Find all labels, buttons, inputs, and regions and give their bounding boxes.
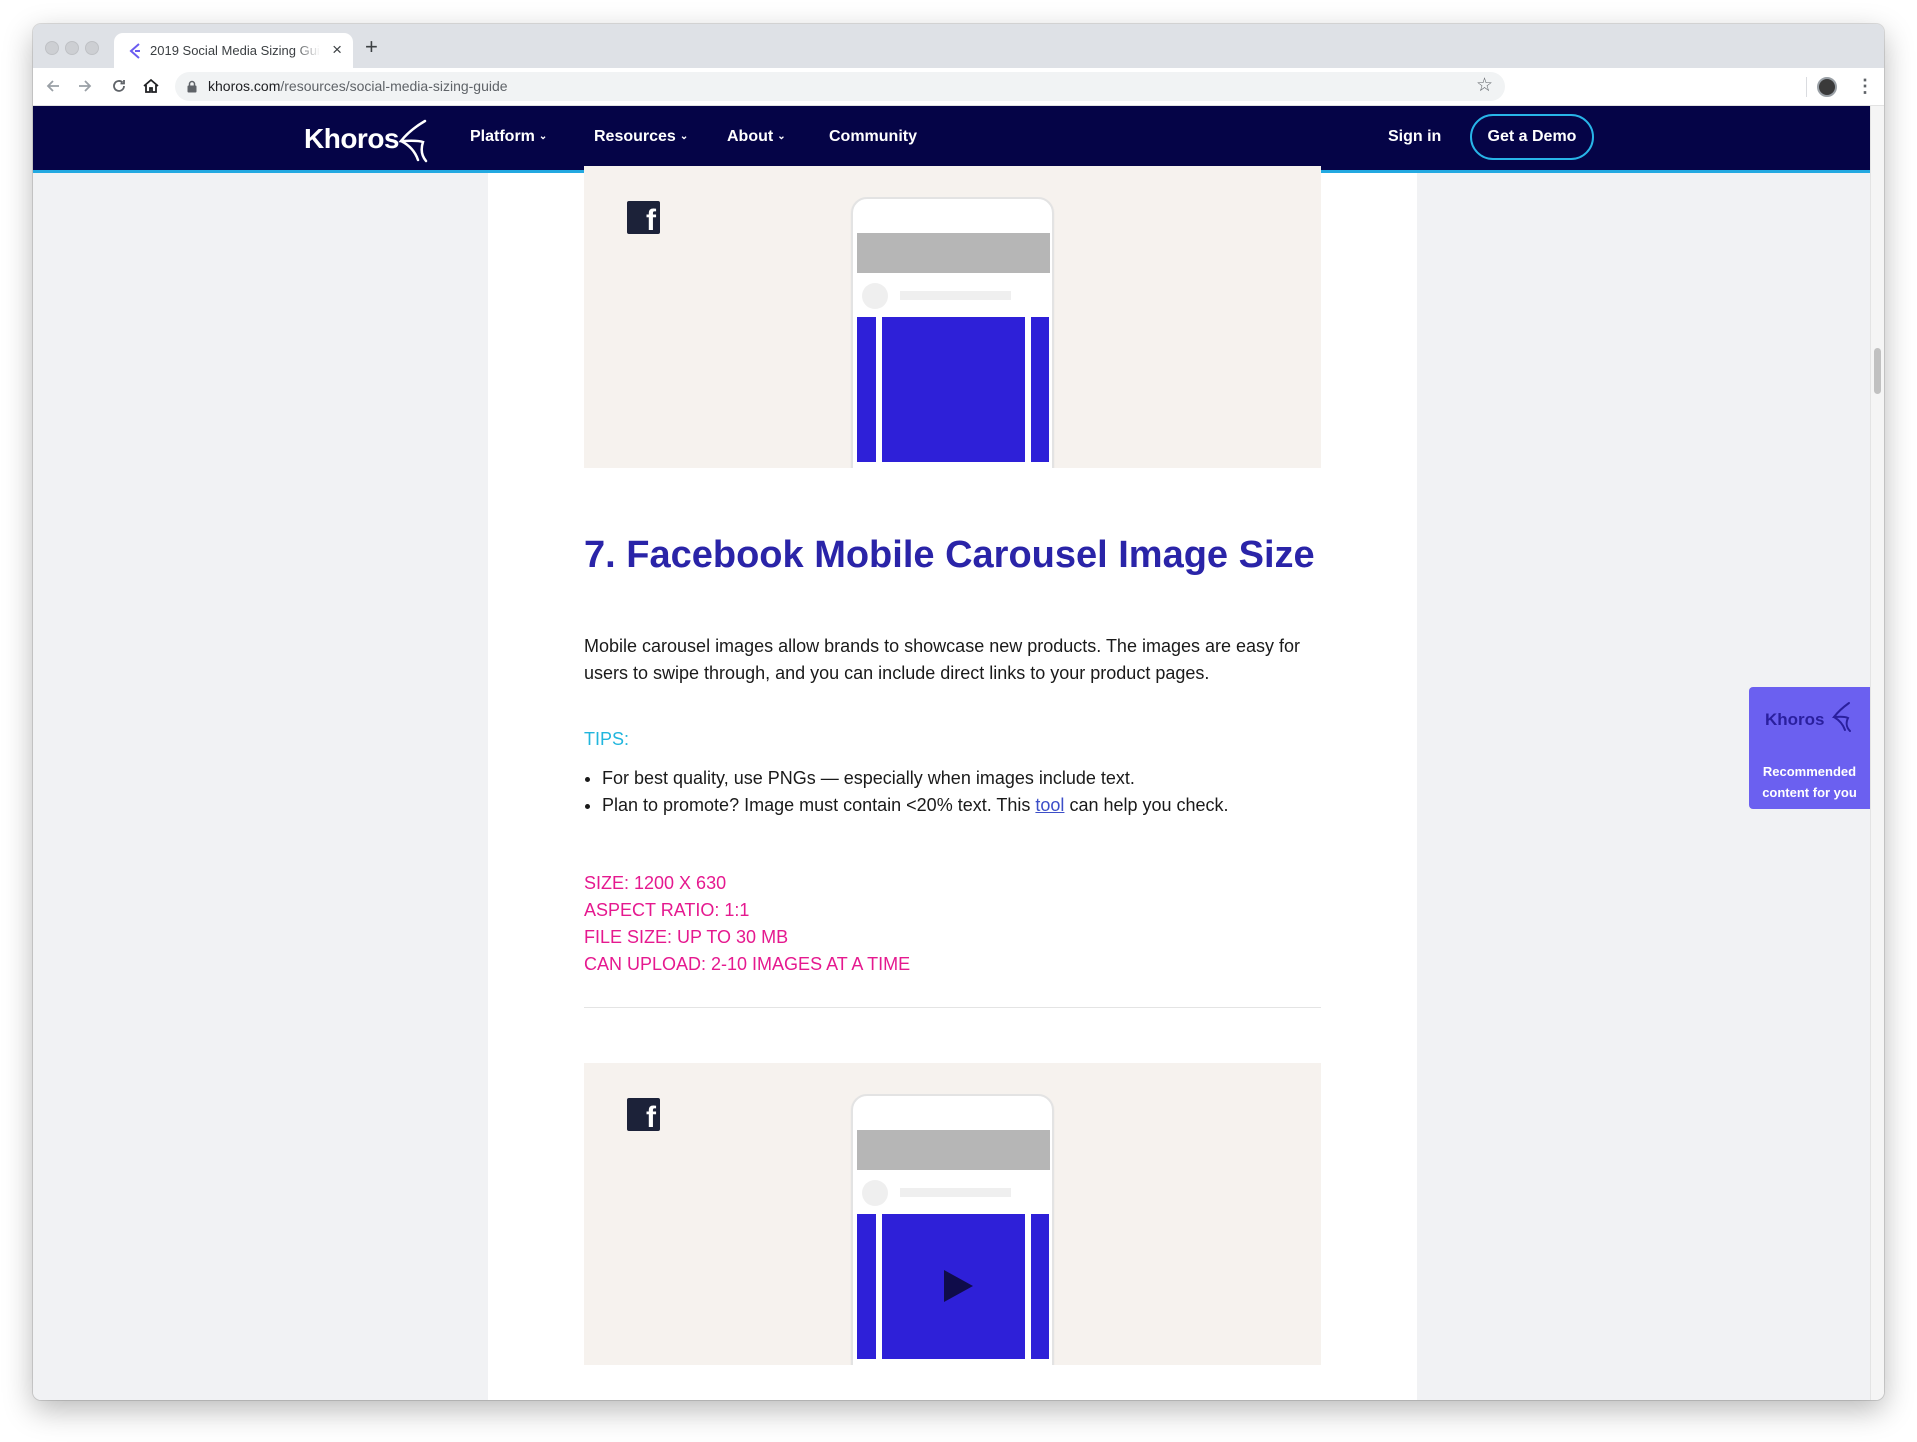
address-bar[interactable]: khoros.com/resources/social-media-sizing… xyxy=(175,72,1505,101)
phone-header-bar xyxy=(857,233,1050,273)
nav-resources-label: Resources xyxy=(594,128,676,145)
section-heading: 7. Facebook Mobile Carousel Image Size xyxy=(584,534,1315,576)
spec-file-size: FILE SIZE: UP TO 30 MB xyxy=(584,927,789,947)
list-item: For best quality, use PNGs — especially … xyxy=(602,765,1339,792)
forward-icon[interactable] xyxy=(73,74,97,98)
khoros-mark-icon xyxy=(398,119,428,163)
scrollbar-thumb[interactable] xyxy=(1874,348,1881,394)
url-domain: khoros.com xyxy=(208,78,281,94)
tab-strip: 2019 Social Media Sizing Guide × + xyxy=(33,24,1884,68)
tip-text: can help you check. xyxy=(1064,795,1229,815)
phone-text-line xyxy=(900,291,1011,300)
menu-icon[interactable]: ⋮ xyxy=(1856,74,1874,98)
video-illustration: f xyxy=(584,1063,1321,1365)
profile-icon[interactable] xyxy=(1817,77,1837,97)
khoros-mark-icon xyxy=(1831,702,1851,732)
reload-icon[interactable] xyxy=(107,74,131,98)
page-viewport: Khoros Platform ⌄ Resources ⌄ About ⌄ Commu… xyxy=(33,106,1870,1400)
spec-aspect-ratio: ASPECT RATIO: 1:1 xyxy=(584,900,750,920)
carousel-illustration: f xyxy=(584,166,1321,468)
carousel-main-card xyxy=(882,317,1025,462)
spec-upload-count: CAN UPLOAD: 2-10 IMAGES AT A TIME xyxy=(584,954,911,974)
browser-window: 2019 Social Media Sizing Guide × + khoro… xyxy=(33,24,1884,1400)
sign-in-link[interactable]: Sign in xyxy=(1388,128,1441,146)
home-icon[interactable] xyxy=(139,74,163,98)
tips-label: TIPS: xyxy=(584,729,630,749)
nav-about-label: About xyxy=(727,128,774,145)
tab-title: 2019 Social Media Sizing Guide xyxy=(150,43,320,58)
nav-platform-label: Platform xyxy=(470,128,535,145)
list-item: Plan to promote? Image must contain <20%… xyxy=(602,792,1339,819)
tool-link[interactable]: tool xyxy=(1035,795,1064,815)
browser-toolbar: khoros.com/resources/social-media-sizing… xyxy=(33,68,1884,106)
phone-avatar xyxy=(862,1180,888,1206)
chevron-down-icon: ⌄ xyxy=(538,131,548,142)
browser-tab[interactable]: 2019 Social Media Sizing Guide × xyxy=(114,33,353,68)
nav-resources[interactable]: Resources ⌄ xyxy=(594,128,688,146)
play-icon xyxy=(944,1270,973,1302)
phone-mockup xyxy=(851,197,1054,468)
close-window-button[interactable] xyxy=(45,41,59,55)
tip-text: Plan to promote? Image must contain <20%… xyxy=(602,795,1036,815)
minimize-window-button[interactable] xyxy=(65,41,79,55)
zoom-window-button[interactable] xyxy=(85,41,99,55)
widget-brand: Khoros xyxy=(1765,710,1825,729)
url-path: /resources/social-media-sizing-guide xyxy=(280,78,508,94)
tips-list: For best quality, use PNGs — especially … xyxy=(584,765,1339,819)
facebook-icon: f xyxy=(627,201,660,236)
recommended-content-widget[interactable]: Khoros Recommended content for you xyxy=(1749,687,1870,809)
nav-about[interactable]: About ⌄ xyxy=(727,128,786,146)
carousel-prev-card xyxy=(857,1214,876,1359)
widget-line-2: content for you xyxy=(1762,785,1857,800)
section-divider xyxy=(584,1007,1321,1008)
chevron-down-icon: ⌄ xyxy=(777,131,786,142)
carousel-prev-card xyxy=(857,317,876,462)
phone-mockup xyxy=(851,1094,1054,1365)
site-navigation: Khoros Platform ⌄ Resources ⌄ About ⌄ Commu… xyxy=(33,106,1870,173)
widget-caption: Recommended content for you xyxy=(1749,761,1870,803)
khoros-favicon-icon xyxy=(129,43,140,59)
phone-avatar xyxy=(862,283,888,309)
spec-size: SIZE: 1200 X 630 xyxy=(584,873,727,893)
carousel-next-card xyxy=(1031,317,1049,462)
article-content: f 7. Facebook Mobile Carousel Image Size… xyxy=(488,166,1417,1400)
chevron-down-icon: ⌄ xyxy=(679,131,689,142)
carousel-next-card xyxy=(1031,1214,1049,1359)
widget-line-1: Recommended xyxy=(1762,764,1857,779)
section-intro: Mobile carousel images allow brands to s… xyxy=(584,636,1301,683)
tab-close-icon[interactable]: × xyxy=(332,40,342,60)
facebook-icon: f xyxy=(627,1098,660,1133)
nav-community-label: Community xyxy=(829,128,917,145)
star-icon[interactable]: ☆ xyxy=(1476,74,1493,97)
nav-community[interactable]: Community xyxy=(829,128,917,146)
new-tab-button[interactable]: + xyxy=(365,34,378,60)
page-scrollbar[interactable] xyxy=(1870,106,1884,1400)
back-icon[interactable] xyxy=(41,74,65,98)
toolbar-separator xyxy=(1806,77,1807,97)
video-card xyxy=(882,1214,1025,1359)
nav-platform[interactable]: Platform ⌄ xyxy=(470,128,547,146)
phone-header-bar xyxy=(857,1130,1050,1170)
brand-wordmark: Khoros xyxy=(304,123,400,154)
lock-icon xyxy=(187,80,197,93)
phone-text-line xyxy=(900,1188,1011,1197)
get-a-demo-button[interactable]: Get a Demo xyxy=(1470,114,1594,160)
url-text: khoros.com/resources/social-media-sizing… xyxy=(208,78,508,94)
